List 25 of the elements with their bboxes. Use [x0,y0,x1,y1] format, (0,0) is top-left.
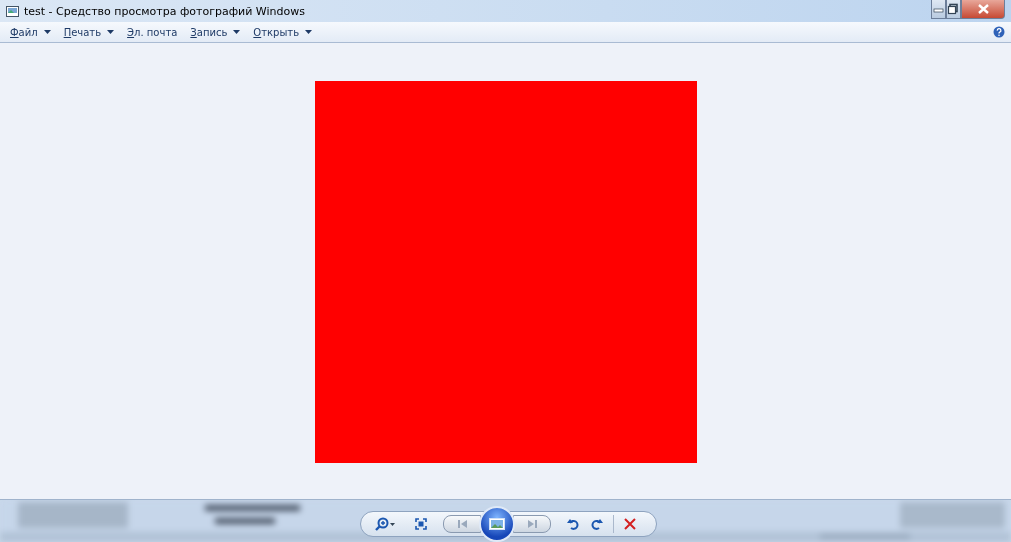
previous-icon [457,520,467,528]
picture-icon [489,518,505,530]
app-icon [6,5,19,17]
fit-to-window-icon[interactable] [415,518,427,530]
menu-item[interactable]: Файл [10,26,38,38]
restore-icon [947,3,960,15]
close-button[interactable] [961,0,1005,19]
help-icon[interactable] [993,26,1005,38]
dropdown-arrow-icon[interactable] [43,30,51,34]
delete-icon[interactable] [624,518,636,530]
menu-item[interactable]: Открыть [253,26,300,38]
menu-item[interactable]: Запись [190,26,228,38]
menu-item[interactable]: Печать [63,26,102,38]
close-icon [976,3,990,15]
dropdown-arrow-icon[interactable] [305,30,313,34]
dropdown-arrow-icon[interactable] [107,30,115,34]
next-icon [527,520,537,528]
zoom-icon[interactable] [375,517,395,531]
minimize-button[interactable] [931,0,946,19]
dropdown-arrow-icon[interactable] [233,30,241,34]
rotate-right-icon[interactable] [591,517,603,531]
window-title: test - Средство просмотра фотографий Windows [24,4,305,18]
menu-item[interactable]: Эл. почта [127,26,178,38]
maximize-button[interactable] [946,0,961,19]
rotate-left-icon[interactable] [567,517,579,531]
